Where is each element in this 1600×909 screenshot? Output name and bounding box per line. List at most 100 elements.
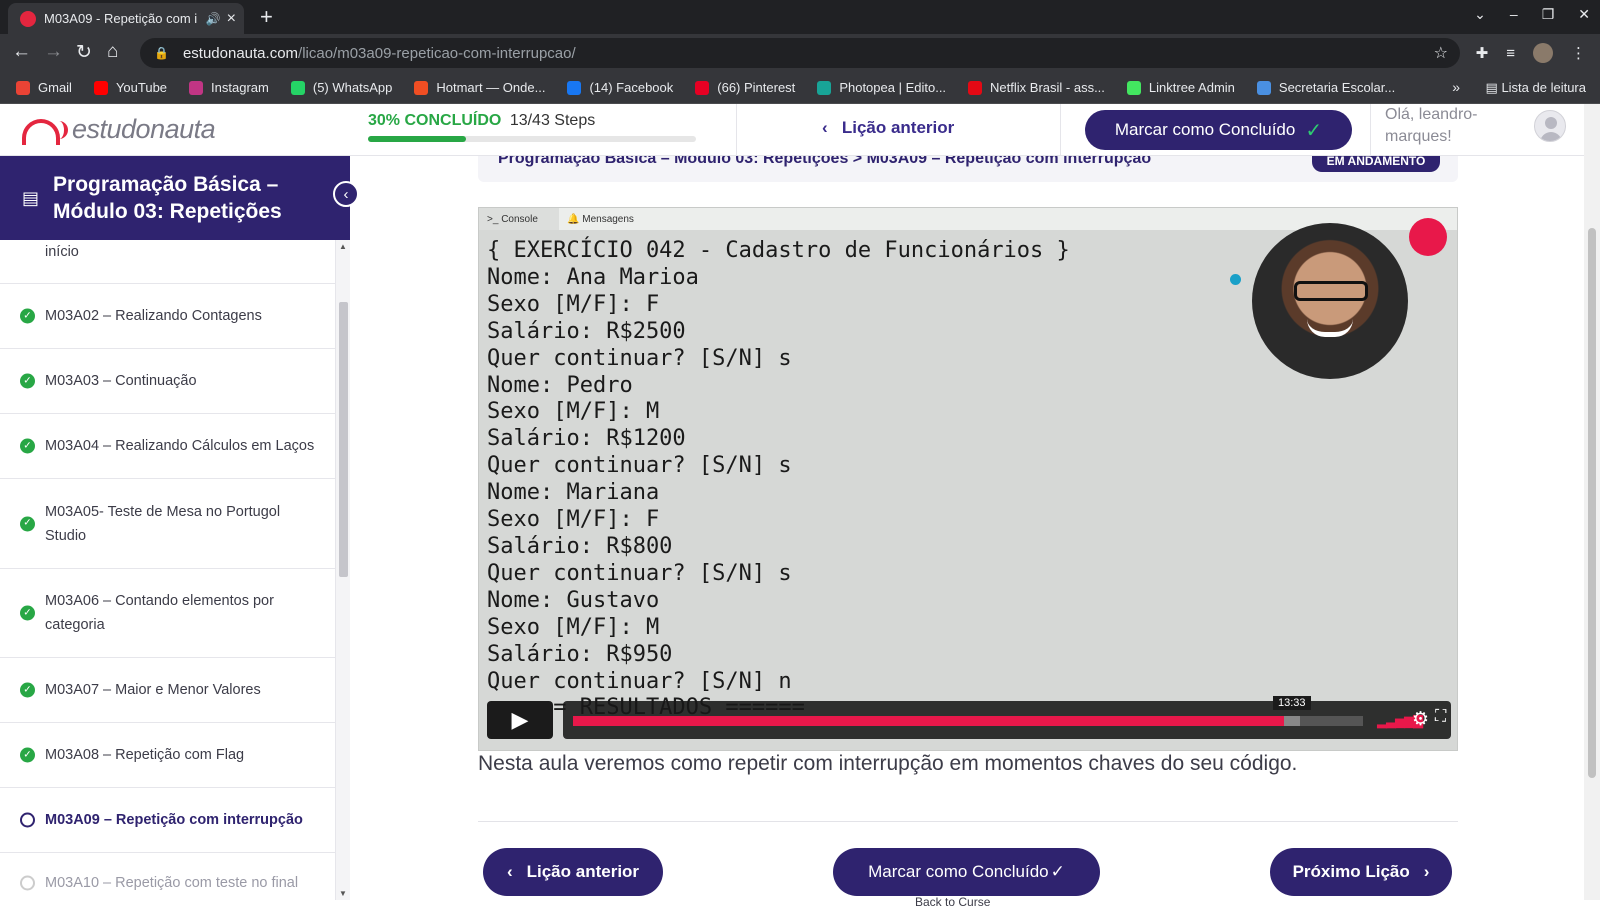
home-icon[interactable]: ⌂	[107, 41, 118, 63]
completed-check-icon: ✓	[20, 373, 35, 389]
progress-bar-fill	[368, 136, 467, 142]
menu-icon[interactable]: ⋮	[1571, 44, 1586, 62]
scroll-up-icon[interactable]: ▲	[339, 242, 347, 251]
scrollbar-thumb[interactable]	[339, 302, 348, 577]
media-controls-icon[interactable]: ≡	[1506, 45, 1515, 62]
console-line: Salário: R$950	[487, 641, 673, 667]
tab-search-icon[interactable]: ⌄	[1474, 6, 1486, 23]
tab-console[interactable]: >_ Console	[479, 208, 559, 230]
progress-steps: 13/43 Steps	[509, 112, 596, 129]
document-icon: ▤	[22, 187, 40, 208]
site-logo[interactable]: estudonauta	[18, 114, 216, 145]
fullscreen-icon[interactable]: ⛶	[1435, 708, 1446, 726]
seek-bar-panel: 13:33 ▂▃▅▆▇ ⚙ ⛶	[563, 696, 1451, 739]
url-bar[interactable]: 🔒 estudonauta.com/licao/m03a09-repeticao…	[140, 38, 1460, 68]
sidebar-lesson-item[interactable]: ✓ M03A05- Teste de Mesa no Portugol Studi…	[0, 479, 335, 569]
settings-gear-icon[interactable]: ⚙	[1412, 708, 1429, 731]
bookmark-item[interactable]: Instagram	[189, 80, 269, 95]
tab-console-label: Console	[501, 213, 538, 225]
sidebar-lesson-item[interactable]: M03A09 – Repetição com interrupção	[0, 788, 335, 853]
bookmark-favicon-icon	[290, 80, 305, 95]
tab-messages[interactable]: 🔔 Mensagens	[559, 208, 642, 230]
user-avatar[interactable]	[1534, 110, 1566, 142]
bookmark-favicon-icon	[567, 80, 582, 95]
breadcrumb-bar: Programação Básica – Módulo 03: Repetiçõ…	[478, 156, 1458, 182]
sidebar-lesson-label: M03A09 – Repetição com interrupção	[45, 812, 303, 828]
back-icon[interactable]: ←	[12, 41, 31, 63]
extensions-icon[interactable]: ✚	[1476, 44, 1489, 62]
console-line: Quer continuar? [S/N] s	[487, 453, 792, 479]
next-lesson-button[interactable]: Próximo Lição ›	[1270, 848, 1452, 896]
sidebar-course-header: ▤ Programação Básica – Módulo 03: Repeti…	[0, 156, 350, 240]
bookmark-item[interactable]: Gmail	[16, 80, 72, 95]
reading-list[interactable]: ▤ Lista de leitura	[1486, 80, 1586, 96]
prev-lesson-label: Lição anterior	[526, 862, 640, 881]
reading-list-label: Lista de leitura	[1501, 80, 1586, 95]
sidebar-lesson-label: M03A03 – Continuação	[45, 373, 197, 389]
bookmark-item[interactable]: Hotmart — Onde...	[414, 80, 545, 95]
header-prev-lesson-link[interactable]: ‹ Lição anterior	[822, 118, 954, 138]
bookmark-item[interactable]: Netflix Brasil - ass...	[968, 80, 1105, 95]
mark-complete-button[interactable]: Marcar como Concluído ✓	[833, 848, 1100, 896]
bookmark-item[interactable]: Linktree Admin	[1126, 80, 1235, 95]
bookmark-item[interactable]: (66) Pinterest	[695, 80, 795, 95]
sidebar-lesson-item[interactable]: ✓ M03A08 – Repetição com Flag	[0, 723, 335, 788]
bookmark-label: Hotmart — Onde...	[436, 80, 546, 95]
bookmark-label: YouTube	[115, 80, 168, 95]
bookmark-item[interactable]: (5) WhatsApp	[290, 80, 392, 95]
header-mark-complete-button[interactable]: Marcar como Concluído ✓	[1085, 110, 1352, 150]
sidebar-lesson-label: início	[45, 244, 79, 260]
lesson-list: início ✓ M03A02 – Realizando Contagens ✓ M03…	[0, 240, 335, 900]
url-host: estudonauta.com	[182, 44, 299, 62]
sidebar-lesson-item[interactable]: ✓ M03A04 – Realizando Cálculos em Laços	[0, 414, 335, 479]
sidebar-scrollbar[interactable]: ▲ ▼	[335, 240, 350, 900]
sidebar-collapse-button[interactable]: ‹	[333, 181, 359, 207]
page-scrollbar-thumb[interactable]	[1588, 228, 1596, 778]
content-divider	[478, 821, 1458, 822]
page-scrollbar[interactable]	[1584, 104, 1600, 900]
completed-check-icon: ✓	[20, 516, 35, 531]
audio-playing-icon[interactable]: 🔊	[206, 12, 221, 26]
console-line: Sexo [M/F]: F	[487, 291, 660, 317]
sidebar-lesson-item[interactable]: ✓ M03A03 – Continuação	[0, 349, 335, 414]
header-divider	[1370, 104, 1371, 156]
next-lesson-label: Próximo Lição	[1292, 862, 1410, 881]
breadcrumb[interactable]: Programação Básica – Módulo 03: Repetiçõ…	[498, 156, 1151, 168]
bookmark-favicon-icon	[1126, 80, 1141, 95]
sidebar-lesson-item[interactable]: ✓ M03A07 – Maior e Menor Valores	[0, 658, 335, 723]
sidebar-lesson-item[interactable]: ✓ M03A06 – Contando elementos por categor…	[0, 569, 335, 658]
record-indicator-icon	[1409, 218, 1447, 256]
new-tab-icon[interactable]: +	[260, 4, 273, 30]
lock-icon[interactable]: 🔒	[154, 46, 169, 60]
prev-lesson-button[interactable]: ‹ Lição anterior	[483, 848, 663, 896]
sidebar-lesson-label: M03A05- Teste de Mesa no Portugol Studio	[45, 503, 281, 544]
restore-icon[interactable]: ❐	[1542, 6, 1555, 23]
video-player[interactable]: >_ Console 🔔 Mensagens { EXERCÍCIO 042 -…	[478, 207, 1458, 751]
sidebar-lesson-item[interactable]: ✓ M03A02 – Realizando Contagens	[0, 284, 335, 349]
bookmark-item[interactable]: Secretaria Escolar...	[1256, 80, 1395, 95]
browser-tab[interactable]: M03A09 - Repetição com i 🔊 ×	[8, 3, 244, 34]
back-to-course-link[interactable]: Back to Curse	[915, 895, 990, 909]
bookmark-star-icon[interactable]: ☆	[1434, 43, 1448, 63]
bookmark-item[interactable]: Photopea | Edito...	[817, 80, 946, 95]
bookmark-favicon-icon	[968, 80, 983, 95]
scroll-down-icon[interactable]: ▼	[339, 889, 347, 898]
more-bookmarks-icon[interactable]: »	[1452, 79, 1460, 95]
sidebar-lesson-label: M03A04 – Realizando Cálculos em Laços	[45, 438, 315, 454]
checkmark-icon: ✓	[1305, 119, 1323, 142]
play-button[interactable]: ▶	[487, 701, 553, 739]
sidebar-lesson-item[interactable]: M03A10 – Repetição com teste no final	[0, 853, 335, 900]
forward-icon[interactable]: →	[44, 41, 63, 63]
profile-avatar[interactable]	[1533, 43, 1553, 63]
minimize-icon[interactable]: –	[1510, 6, 1518, 23]
sidebar-lesson-item[interactable]: início	[0, 240, 335, 284]
mark-complete-label: Marcar como Concluído	[868, 862, 1049, 881]
bookmark-item[interactable]: YouTube	[93, 80, 168, 95]
bookmark-item[interactable]: (14) Facebook	[567, 80, 673, 95]
close-tab-icon[interactable]: ×	[227, 10, 236, 28]
seek-bar[interactable]: 13:33	[573, 696, 1363, 726]
close-window-icon[interactable]: ✕	[1578, 6, 1590, 23]
reload-icon[interactable]: ↻	[76, 41, 92, 64]
site-favicon-icon	[20, 10, 36, 27]
completed-check-icon: ✓	[20, 747, 35, 763]
